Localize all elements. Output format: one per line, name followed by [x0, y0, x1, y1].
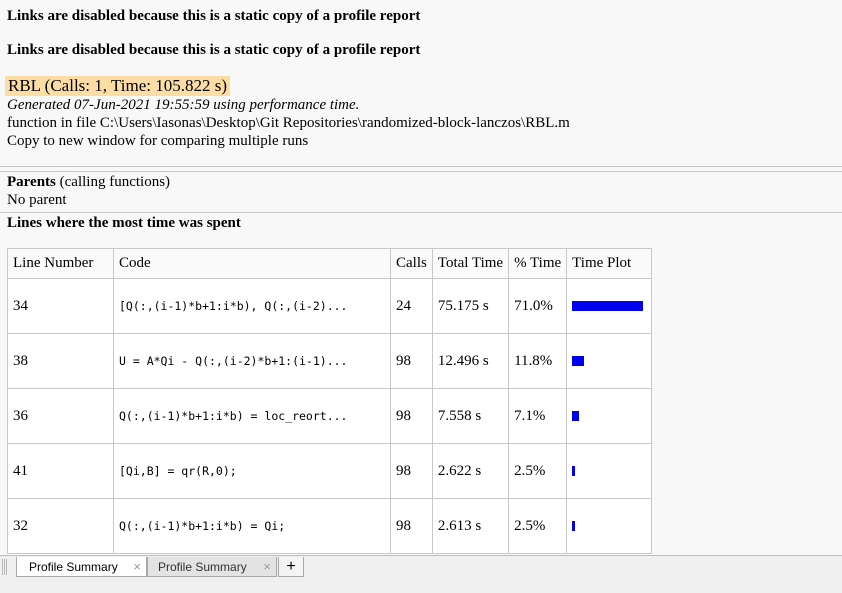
divider — [0, 212, 842, 213]
time-plot-bar — [572, 521, 576, 532]
time-plot-cell — [566, 333, 653, 389]
table-row: 34 [Q(:,(i-1)*b+1:i*b), Q(:,(i-2)... 24 … — [7, 278, 653, 334]
parents-label: Parents — [7, 174, 56, 190]
line-number-link[interactable]: 36 — [7, 388, 114, 444]
parents-value: No parent — [7, 192, 67, 208]
table-row: 32 Q(:,(i-1)*b+1:i*b) = Qi; 98 2.613 s 2… — [7, 498, 653, 554]
percent-time-cell: 2.5% — [508, 443, 568, 499]
total-time-cell: 75.175 s — [431, 278, 510, 334]
tab-label: Profile Summary — [158, 560, 247, 574]
col-calls: Calls — [390, 248, 433, 279]
table-row: 36 Q(:,(i-1)*b+1:i*b) = loc_reort... 98 … — [7, 388, 653, 444]
percent-time-cell: 11.8% — [508, 333, 568, 389]
col-line-number: Line Number — [7, 248, 114, 279]
calls-cell: 98 — [390, 333, 433, 389]
col-total-time: Total Time — [431, 248, 510, 279]
code-cell: Q(:,(i-1)*b+1:i*b) = Qi; — [113, 498, 391, 554]
divider — [0, 171, 842, 172]
divider — [0, 166, 842, 167]
links-disabled-notice-1: Links are disabled because this is a sta… — [7, 8, 421, 24]
time-plot-bar — [572, 411, 580, 422]
lines-heading: Lines where the most time was spent — [7, 215, 241, 231]
time-plot-bar — [572, 356, 585, 367]
percent-time-cell: 71.0% — [508, 278, 568, 334]
percent-time-cell: 2.5% — [508, 498, 568, 554]
links-disabled-notice-2: Links are disabled because this is a sta… — [7, 42, 421, 58]
line-number-link[interactable]: 41 — [7, 443, 114, 499]
code-cell: [Q(:,(i-1)*b+1:i*b), Q(:,(i-2)... — [113, 278, 391, 334]
time-plot-bar — [572, 466, 576, 477]
tab-profile-summary-1[interactable]: Profile Summary × — [16, 557, 147, 577]
line-number-link[interactable]: 32 — [7, 498, 114, 554]
close-icon[interactable]: × — [263, 557, 271, 577]
parents-heading: Parents (calling functions) — [7, 174, 170, 191]
tab-label: Profile Summary — [29, 560, 118, 574]
parents-subheading: (calling functions) — [55, 174, 171, 190]
calls-cell: 98 — [390, 498, 433, 554]
code-cell: U = A*Qi - Q(:,(i-2)*b+1:(i-1)... — [113, 333, 391, 389]
table-row: 38 U = A*Qi - Q(:,(i-2)*b+1:(i-1)... 98 … — [7, 333, 653, 389]
line-number-link[interactable]: 38 — [7, 333, 114, 389]
time-plot-bar — [572, 301, 644, 312]
table-row: 41 [Qi,B] = qr(R,0); 98 2.622 s 2.5% — [7, 443, 653, 499]
percent-time-cell: 7.1% — [508, 388, 568, 444]
time-lines-table: Line Number Code Calls Total Time % Time… — [7, 248, 653, 554]
time-plot-cell — [566, 278, 653, 334]
calls-cell: 98 — [390, 443, 433, 499]
tab-profile-summary-2[interactable]: Profile Summary × — [147, 557, 277, 577]
calls-cell: 98 — [390, 388, 433, 444]
generated-info: Generated 07-Jun-2021 19:55:59 using per… — [7, 97, 360, 113]
total-time-cell: 2.622 s — [431, 443, 510, 499]
time-plot-cell — [566, 443, 653, 499]
document-tab-bar: Profile Summary × Profile Summary × + — [0, 555, 842, 593]
line-number-link[interactable]: 34 — [7, 278, 114, 334]
time-plot-cell — [566, 388, 653, 444]
close-icon[interactable]: × — [133, 557, 141, 577]
profile-report: Links are disabled because this is a sta… — [0, 0, 842, 555]
time-plot-cell — [566, 498, 653, 554]
total-time-cell: 2.613 s — [431, 498, 510, 554]
col-percent-time: % Time — [508, 248, 568, 279]
total-time-cell: 12.496 s — [431, 333, 510, 389]
calls-cell: 24 — [390, 278, 433, 334]
add-tab-button[interactable]: + — [278, 557, 304, 577]
function-title: RBL (Calls: 1, Time: 105.822 s) — [5, 76, 230, 96]
code-cell: [Qi,B] = qr(R,0); — [113, 443, 391, 499]
total-time-cell: 7.558 s — [431, 388, 510, 444]
file-path-info: function in file C:\Users\Iasonas\Deskto… — [7, 115, 570, 131]
code-cell: Q(:,(i-1)*b+1:i*b) = loc_reort... — [113, 388, 391, 444]
copy-to-new-window-link[interactable]: Copy to new window for comparing multipl… — [7, 133, 308, 150]
drag-grip-icon[interactable] — [2, 559, 8, 575]
table-header-row: Line Number Code Calls Total Time % Time… — [7, 248, 653, 279]
col-code: Code — [113, 248, 391, 279]
col-time-plot: Time Plot — [566, 248, 653, 279]
